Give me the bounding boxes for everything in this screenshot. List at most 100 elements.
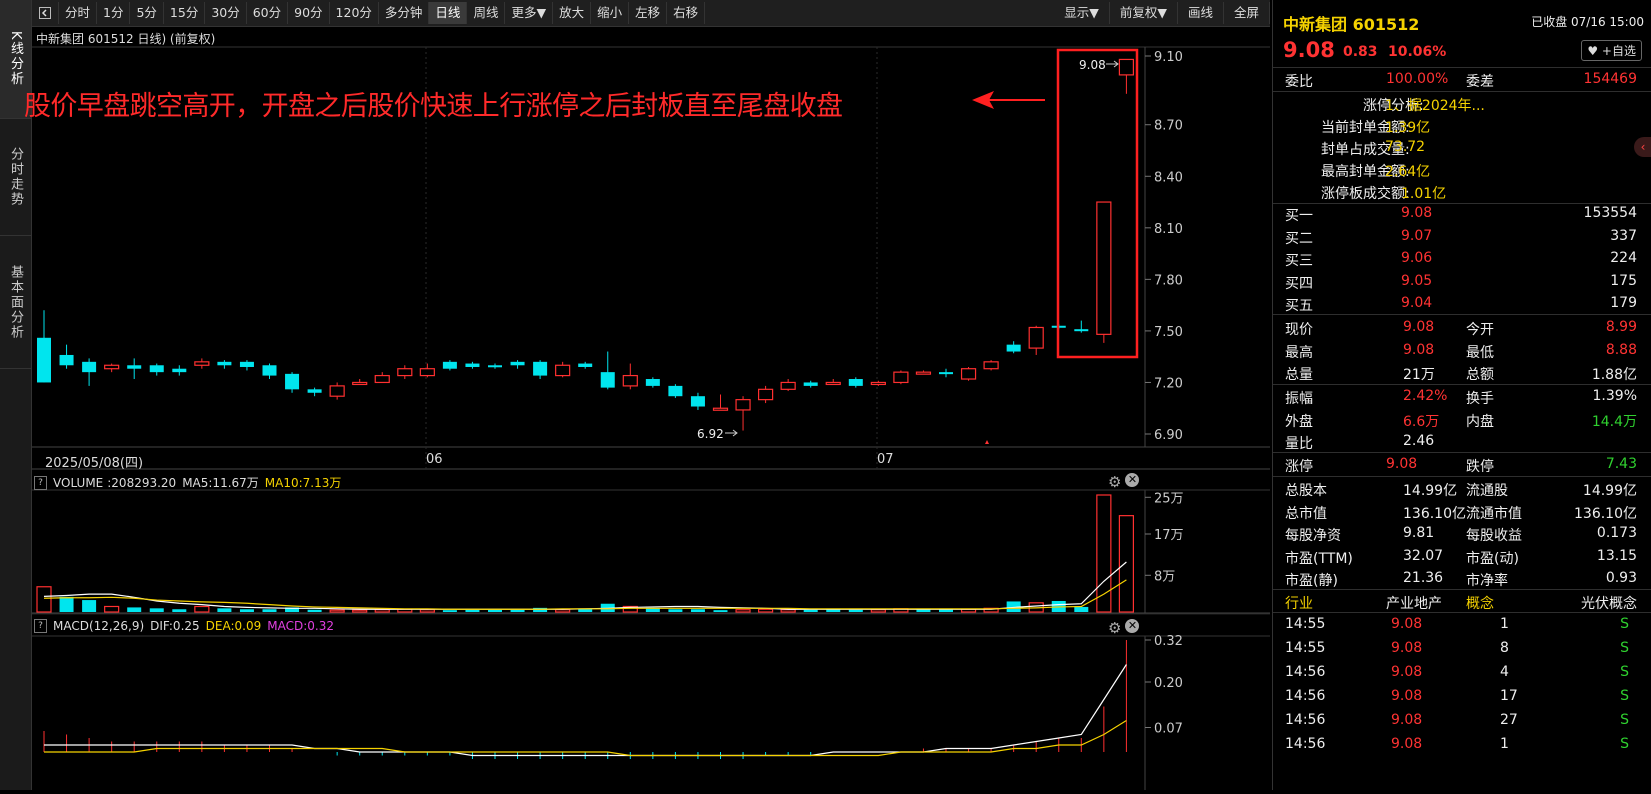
limit-down-value: 7.43 bbox=[1605, 456, 1637, 472]
concept-value[interactable]: 光伏概念 bbox=[1581, 593, 1637, 613]
close-icon[interactable]: ✕ bbox=[1125, 619, 1140, 633]
period-button[interactable]: 日线 bbox=[429, 2, 468, 24]
view-button[interactable]: 前复权▼ bbox=[1110, 2, 1178, 24]
candle-body bbox=[397, 368, 413, 377]
candle-body bbox=[172, 368, 187, 373]
period-button[interactable]: 左移 bbox=[629, 2, 668, 24]
stats-row: 最高 9.08 最低 8.88 bbox=[1273, 339, 1651, 363]
volume-bar bbox=[104, 605, 120, 613]
add-watchlist-button[interactable]: ♥ +自选 bbox=[1581, 40, 1642, 61]
stat-label: 今开 bbox=[1466, 322, 1494, 338]
view-button[interactable]: 画线 bbox=[1178, 2, 1224, 24]
period-button[interactable]: 90分 bbox=[288, 2, 330, 24]
volume-bar bbox=[374, 609, 390, 613]
volume-bar bbox=[533, 607, 548, 612]
tick-volume: 1 bbox=[1500, 736, 1509, 752]
limit-info-row: 涨停板成交额: 1.01亿 bbox=[1273, 180, 1651, 204]
period-button[interactable]: 分时 bbox=[59, 2, 98, 24]
volume-bar bbox=[149, 608, 164, 612]
candle-body bbox=[127, 365, 142, 369]
stat-label: 内盘 bbox=[1466, 413, 1494, 430]
candle-body bbox=[555, 364, 571, 377]
period-buttons: 分时 1分 5分 15分 30分 60分 90分 120分 多分钟 日线 周线 更多▼ 放大 缩小 左移 右移 bbox=[59, 2, 706, 24]
weibi-value: 100.00% bbox=[1386, 71, 1449, 87]
industry-value[interactable]: 产业地产 bbox=[1386, 593, 1442, 613]
stats-row: 总量 21万 总额 1.88亿 bbox=[1273, 361, 1651, 385]
period-button[interactable]: 缩小 bbox=[591, 2, 630, 24]
gear-icon[interactable]: ⚙ bbox=[1108, 473, 1121, 491]
stat-value: 14.99亿 bbox=[1403, 483, 1458, 499]
bid-price: 9.08 bbox=[1401, 205, 1433, 221]
candle-body bbox=[59, 354, 74, 366]
price-change: 0.83 bbox=[1343, 44, 1378, 60]
period-button[interactable]: 周线 bbox=[467, 2, 506, 24]
period-button[interactable]: 120分 bbox=[330, 2, 379, 24]
volume-bar bbox=[803, 609, 818, 612]
tick-price: 9.08 bbox=[1391, 688, 1423, 704]
volume-bar bbox=[510, 609, 525, 612]
tick-volume: 27 bbox=[1500, 712, 1518, 728]
limit-info-value: 73.72 bbox=[1385, 139, 1426, 155]
view-button[interactable]: 全屏 bbox=[1224, 2, 1270, 24]
stat-value: 2.46 bbox=[1403, 433, 1435, 449]
market-status: 已收盘 07/16 15:00 bbox=[1531, 15, 1644, 29]
price-axis-label: 7.50 bbox=[1154, 325, 1183, 340]
kline-chart[interactable]: 9.10 8.70 8.40 8.10 7.80 7.50 7.20 6.90 25万 17万 8万… bbox=[32, 27, 1270, 790]
stat-value: 0.173 bbox=[1596, 525, 1637, 541]
stat-value: 136.10亿 bbox=[1574, 505, 1637, 522]
volume-bar bbox=[465, 609, 480, 612]
limit-info-row: 最高封单金额: 2.64亿 bbox=[1273, 158, 1651, 182]
volume-bar bbox=[668, 609, 683, 612]
candle-body bbox=[82, 361, 97, 373]
stat-value: 8.88 bbox=[1605, 341, 1637, 358]
stat-value: 14.4万 bbox=[1591, 413, 1637, 430]
bid-volume: 224 bbox=[1610, 250, 1637, 266]
stat-label: 市净率 bbox=[1466, 573, 1508, 589]
bid-volume: 179 bbox=[1610, 295, 1637, 311]
candle-body bbox=[712, 407, 729, 411]
volume-bar bbox=[329, 609, 345, 613]
stat-value: 14.99亿 bbox=[1582, 483, 1637, 499]
tab-intraday[interactable]: 分时走势 bbox=[0, 119, 31, 236]
candle-body bbox=[735, 399, 751, 411]
stats-row: 现价 9.08 今开 8.99 bbox=[1273, 316, 1651, 340]
period-button[interactable]: 放大 bbox=[553, 2, 592, 24]
date-label-july: 07 bbox=[877, 452, 894, 467]
macd-dea: DEA:0.09 bbox=[205, 619, 262, 633]
help-icon[interactable]: ? bbox=[34, 475, 47, 490]
period-button[interactable]: 60分 bbox=[247, 2, 289, 24]
candle-body bbox=[645, 379, 660, 386]
candle-body bbox=[510, 361, 525, 366]
view-button[interactable]: 显示▼ bbox=[1054, 2, 1110, 24]
price-axis-label: 8.40 bbox=[1154, 170, 1183, 185]
period-button[interactable]: 多分钟 bbox=[379, 2, 430, 24]
help-icon[interactable]: ? bbox=[34, 619, 47, 633]
period-button[interactable]: 30分 bbox=[205, 2, 247, 24]
tab-fundamentals[interactable]: 基本面分析 bbox=[0, 236, 31, 369]
period-button[interactable]: 1分 bbox=[97, 2, 131, 24]
expand-panel-icon[interactable]: ‹ bbox=[1634, 137, 1651, 157]
bid-level-label: 买三 bbox=[1285, 253, 1313, 269]
period-button[interactable]: 5分 bbox=[130, 2, 164, 24]
stat-value: 2.42% bbox=[1403, 388, 1448, 404]
volume-bar bbox=[307, 609, 322, 612]
volume-bar bbox=[262, 609, 277, 612]
collapse-icon[interactable] bbox=[32, 2, 59, 24]
annotation-text: 股价早盘跳空高开，开盘之后股价快速上行涨停之后封板直至尾盘收盘 bbox=[24, 91, 843, 122]
limit-info-row: 当前封单金额: 1.39亿 bbox=[1273, 114, 1651, 138]
volume-bar bbox=[713, 610, 728, 612]
limit-info-value: 1.01亿 bbox=[1401, 186, 1447, 202]
bid-price: 9.06 bbox=[1401, 250, 1433, 266]
period-button[interactable]: 15分 bbox=[164, 2, 206, 24]
tick-price: 9.08 bbox=[1391, 616, 1423, 632]
close-icon[interactable]: ✕ bbox=[1125, 473, 1140, 487]
tick-price: 9.08 bbox=[1391, 640, 1423, 656]
volume-bar bbox=[555, 609, 571, 613]
period-button[interactable]: 右移 bbox=[667, 2, 706, 24]
candle-body bbox=[780, 381, 796, 390]
gear-icon[interactable]: ⚙ bbox=[1108, 619, 1121, 637]
price-axis-label: 8.70 bbox=[1154, 119, 1183, 134]
stat-value: 21.36 bbox=[1403, 570, 1444, 586]
period-button[interactable]: 更多▼ bbox=[505, 2, 554, 24]
stat-value: 13.15 bbox=[1596, 547, 1637, 564]
